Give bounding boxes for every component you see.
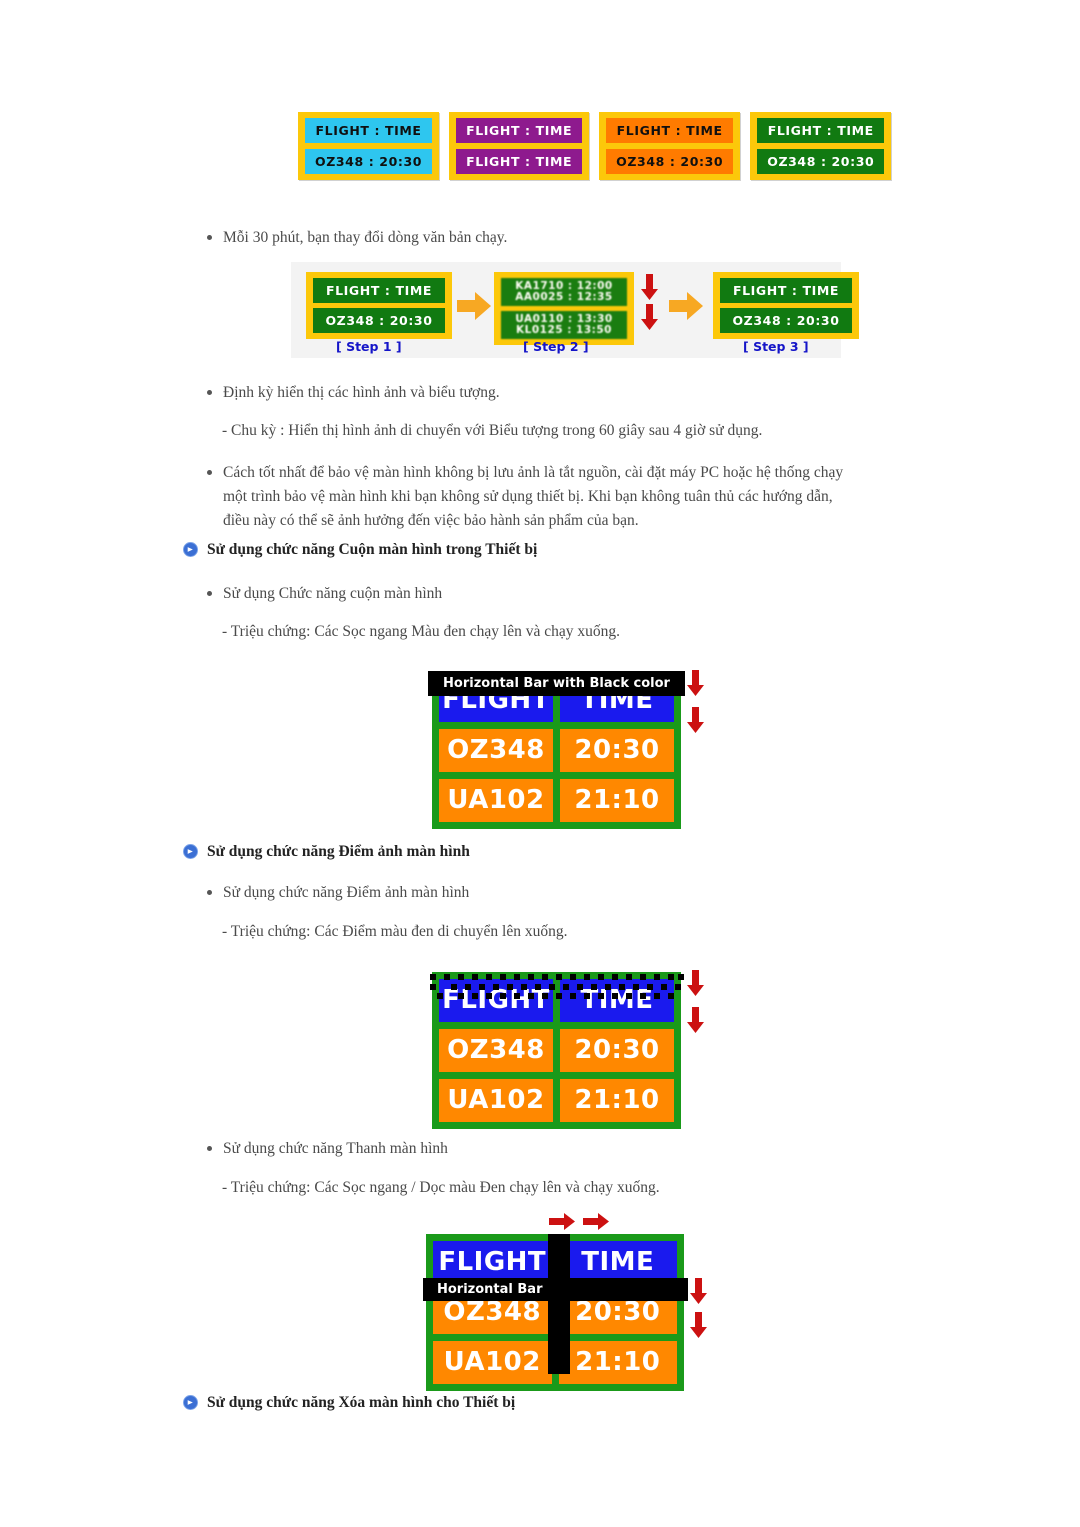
bullet-text: Sử dụng chức năng Thanh màn hình: [223, 1140, 448, 1157]
step2-scroll-block-2: UA0110 : 13:30 KL0125 : 13:50: [501, 311, 627, 340]
bullet-use-screen-bar: Sử dụng chức năng Thanh màn hình: [207, 1137, 847, 1161]
step3-data-row: OZ348 : 20:30: [720, 308, 852, 333]
bar-black-horizontal-bar: Horizontal Bar: [423, 1278, 688, 1301]
data-cell-time: 21:10: [560, 1079, 674, 1122]
data-cell-time: 20:30: [560, 1029, 674, 1072]
red-arrow-down-icon: [690, 1312, 707, 1338]
bullet-text: Mỗi 30 phút, bạn thay đổi dòng văn bản c…: [223, 229, 508, 246]
section-heading-screen-eraser: Sử dụng chức năng Xóa màn hình cho Thiết…: [183, 1394, 515, 1412]
step1-label: [ Step 1 ]: [336, 339, 402, 354]
red-arrow-down-icon: [690, 1278, 707, 1304]
board-data-row: OZ348 : 20:30: [757, 149, 885, 174]
red-arrow-down-icon: [687, 707, 704, 733]
flight-board-orange: FLIGHT : TIME OZ348 : 20:30: [599, 112, 741, 180]
pixel-demo-flight-board: FLIGHT TIME OZ348 20:30 UA102 21:10: [432, 972, 681, 1129]
black-vertical-bar: [548, 1234, 570, 1374]
blue-arrow-bullet-icon: [183, 1394, 198, 1410]
flight-board-cyan: FLIGHT : TIME OZ348 : 20:30: [298, 112, 440, 180]
bullet-use-screen-pixel: Sử dụng chức năng Điểm ảnh màn hình: [207, 881, 847, 905]
section-heading-label: Sử dụng chức năng Điểm ảnh màn hình: [207, 843, 470, 860]
data-cell-flight: OZ348: [439, 1029, 553, 1072]
section-heading-screen-pixel: Sử dụng chức năng Điểm ảnh màn hình: [183, 843, 470, 861]
page-root: FLIGHT : TIME OZ348 : 20:30 FLIGHT : TIM…: [0, 0, 1080, 1527]
red-arrow-down-icon: [687, 970, 704, 996]
board-data-row: UA102 21:10: [439, 1079, 674, 1122]
board-data-row: UA102 21:10: [439, 779, 674, 822]
orange-arrow-right-icon: [457, 292, 491, 320]
board-data-row: FLIGHT : TIME: [456, 149, 583, 174]
screen-pixel-symptom: - Triệu chứng: Các Điểm màu đen di chuyể…: [222, 923, 568, 940]
step1-flight-board: FLIGHT : TIME OZ348 : 20:30: [306, 272, 452, 339]
blue-arrow-bullet-icon: [183, 541, 198, 557]
section-heading-label: Sử dụng chức năng Cuộn màn hình trong Th…: [207, 541, 538, 558]
board-header-row: FLIGHT : TIME: [606, 118, 734, 143]
section-heading-screen-scroll: Sử dụng chức năng Cuộn màn hình trong Th…: [183, 541, 537, 559]
bullet-dot-icon: [207, 470, 212, 475]
screen-scroll-symptom: - Triệu chứng: Các Sọc ngang Màu đen chạ…: [222, 623, 620, 640]
data-cell-flight: OZ348: [439, 729, 553, 772]
bullet-dot-icon: [207, 890, 212, 895]
step2-line-4: KL0125 : 13:50: [516, 324, 612, 337]
blue-arrow-bullet-icon: [183, 843, 198, 859]
red-arrow-right-icon: [583, 1213, 609, 1230]
board-data-row: OZ348 : 20:30: [305, 149, 433, 174]
red-arrow-right-icon: [549, 1213, 575, 1230]
step3-flight-board: FLIGHT : TIME OZ348 : 20:30: [713, 272, 859, 339]
data-cell-flight: UA102: [433, 1341, 552, 1384]
step2-label: [ Step 2 ]: [523, 339, 589, 354]
data-cell-time: 20:30: [560, 729, 674, 772]
bullet-text: Định kỳ hiển thị các hình ảnh và biểu tư…: [223, 384, 500, 401]
screen-bar-symptom: - Triệu chứng: Các Sọc ngang / Dọc màu Đ…: [222, 1179, 660, 1196]
data-cell-time: 21:10: [558, 1341, 677, 1384]
bullet-best-practice: Cách tốt nhất để bảo vệ màn hình không b…: [207, 461, 852, 533]
bullet-dot-icon: [207, 591, 212, 596]
section-heading-label: Sử dụng chức năng Xóa màn hình cho Thiết…: [207, 1394, 516, 1411]
header-cell-flight: FLIGHT: [439, 979, 553, 1022]
bullet-dot-icon: [207, 390, 212, 395]
header-cell-time: TIME: [560, 979, 674, 1022]
periodic-cycle-note: - Chu kỳ : Hiển thị hình ảnh di chuyển v…: [222, 422, 763, 439]
bullet-text: Sử dụng chức năng Điểm ảnh màn hình: [223, 884, 470, 901]
board-data-row: OZ348 20:30: [439, 1029, 674, 1072]
board-header-row: FLIGHT : TIME: [757, 118, 885, 143]
bullet-text: Cách tốt nhất để bảo vệ màn hình không b…: [223, 464, 844, 530]
color-variation-board-strip: FLIGHT : TIME OZ348 : 20:30 FLIGHT : TIM…: [298, 112, 892, 180]
screen-scroll-step-diagram: FLIGHT : TIME OZ348 : 20:30 [ Step 1 ] K…: [291, 262, 859, 358]
step1-data-row: OZ348 : 20:30: [313, 308, 445, 333]
step3-header-row: FLIGHT : TIME: [720, 278, 852, 303]
bullet-text: Sử dụng Chức năng cuộn màn hình: [223, 585, 443, 602]
data-cell-flight: UA102: [439, 1079, 553, 1122]
bullet-dot-icon: [207, 1146, 212, 1151]
step2-flight-board: KA1710 : 12:00 AA0025 : 12:35 UA0110 : 1…: [494, 272, 634, 346]
scroll-black-horizontal-bar: Horizontal Bar with Black color: [428, 671, 685, 696]
bullet-change-text-every-30min: Mỗi 30 phút, bạn thay đổi dòng văn bản c…: [207, 226, 847, 250]
board-header-row: FLIGHT : TIME: [305, 118, 433, 143]
orange-arrow-right-icon: [669, 292, 703, 320]
board-header-row: FLIGHT : TIME: [456, 118, 583, 143]
step3-label: [ Step 3 ]: [743, 339, 809, 354]
red-arrow-down-icon: [641, 304, 658, 330]
flight-board-green: FLIGHT : TIME OZ348 : 20:30: [750, 112, 892, 180]
bullet-use-screen-scroll: Sử dụng Chức năng cuộn màn hình: [207, 582, 847, 606]
board-data-row: OZ348 20:30: [439, 729, 674, 772]
data-cell-time: 21:10: [560, 779, 674, 822]
flight-board-purple: FLIGHT : TIME FLIGHT : TIME: [449, 112, 590, 180]
step1-header-row: FLIGHT : TIME: [313, 278, 445, 303]
red-arrow-down-icon: [687, 670, 704, 696]
step2-line-2: AA0025 : 12:35: [515, 291, 613, 304]
data-cell-flight: UA102: [439, 779, 553, 822]
board-header-row: FLIGHT TIME: [439, 979, 674, 1022]
bullet-periodic-display: Định kỳ hiển thị các hình ảnh và biểu tư…: [207, 381, 847, 405]
bullet-dot-icon: [207, 235, 212, 240]
red-arrow-down-icon: [687, 1007, 704, 1033]
step2-scroll-block-1: KA1710 : 12:00 AA0025 : 12:35: [501, 278, 627, 307]
board-data-row: OZ348 : 20:30: [606, 149, 734, 174]
red-arrow-down-icon: [641, 274, 658, 300]
